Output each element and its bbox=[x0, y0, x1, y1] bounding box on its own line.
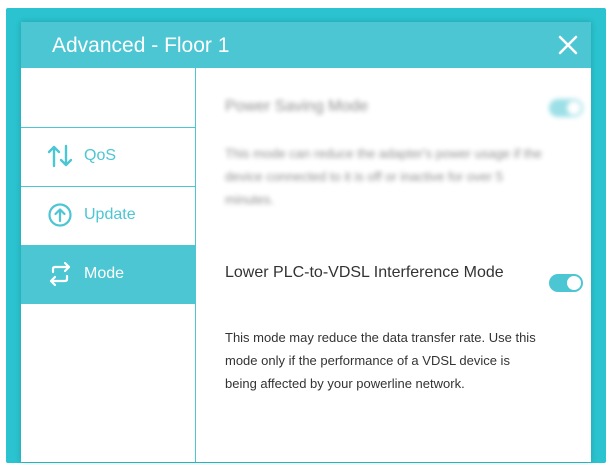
update-arrow-icon bbox=[47, 202, 73, 228]
qos-arrows-icon bbox=[47, 143, 73, 169]
plc-vdsl-description: This mode may reduce the data transfer r… bbox=[225, 330, 536, 391]
settings-panel: Power Saving Mode This mode can reduce t… bbox=[197, 68, 591, 462]
sidebar-item-mode[interactable]: Mode bbox=[21, 245, 196, 304]
sidebar: QoS Update Mode bbox=[21, 68, 196, 462]
plc-vdsl-toggle[interactable] bbox=[549, 274, 583, 292]
mode-swap-icon bbox=[47, 261, 73, 287]
power-saving-title: Power Saving Mode bbox=[225, 98, 369, 115]
sidebar-item-label: Update bbox=[84, 206, 136, 223]
sidebar-item-label: Mode bbox=[84, 265, 125, 282]
close-icon bbox=[558, 35, 578, 55]
dialog-titlebar: Advanced - Floor 1 bbox=[21, 22, 591, 68]
plc-vdsl-title: Lower PLC-to-VDSL Interference Mode bbox=[225, 264, 504, 281]
power-saving-toggle[interactable] bbox=[549, 99, 583, 117]
dialog-title: Advanced - Floor 1 bbox=[52, 34, 230, 57]
sidebar-item-qos[interactable]: QoS bbox=[21, 127, 196, 186]
close-button[interactable] bbox=[555, 32, 581, 58]
sidebar-item-label: QoS bbox=[84, 147, 117, 164]
advanced-dialog: Advanced - Floor 1 QoS Update Mode Power… bbox=[21, 22, 591, 462]
power-saving-description: This mode can reduce the adapter's power… bbox=[225, 146, 542, 207]
toggle-knob bbox=[567, 101, 581, 115]
sidebar-item-update[interactable]: Update bbox=[21, 186, 196, 245]
toggle-knob bbox=[567, 276, 581, 290]
